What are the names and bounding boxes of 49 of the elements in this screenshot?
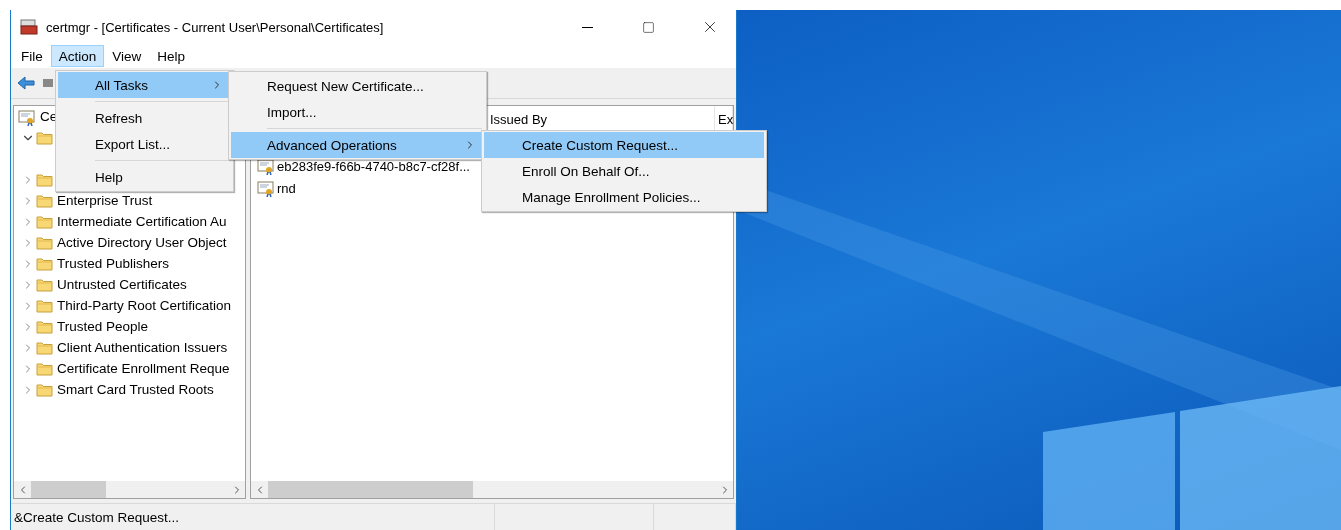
menu-item[interactable]: Refresh	[58, 105, 231, 131]
tree-item[interactable]: Third-Party Root Certification	[57, 298, 232, 313]
menu-item[interactable]: Request New Certificate...	[231, 73, 484, 99]
tree-item[interactable]: Client Authentication Issuers	[57, 340, 228, 355]
toolbar-icon[interactable]	[43, 79, 53, 87]
maximize-icon	[642, 20, 655, 34]
tree-item[interactable]: Smart Card Trusted Roots	[57, 382, 214, 397]
tree-item[interactable]: Intermediate Certification Au	[57, 214, 227, 229]
menu-item[interactable]: Enroll On Behalf Of...	[484, 158, 764, 184]
horizontal-scrollbar[interactable]	[251, 481, 733, 498]
folder-icon	[36, 193, 53, 208]
folder-icon	[36, 382, 53, 397]
folder-icon	[36, 361, 53, 376]
tree-item[interactable]: Active Directory User Object	[57, 235, 227, 250]
menu-item[interactable]: Export List...	[58, 131, 231, 157]
menu-item[interactable]: All Tasks	[58, 72, 231, 98]
folder-icon	[36, 340, 53, 355]
back-arrow-icon[interactable]	[17, 76, 35, 90]
menu-item[interactable]: Manage Enrollment Policies...	[484, 184, 764, 210]
menu-bar-item[interactable]: Help	[149, 45, 194, 67]
tree-item[interactable]: Untrusted Certificates	[57, 277, 187, 292]
menu-bar-item[interactable]: Action	[50, 45, 105, 67]
certificate-key-icon	[257, 157, 275, 175]
tree-item[interactable]: Certificate Enrollment Reque	[57, 361, 230, 376]
minimize-icon	[582, 26, 593, 28]
tree-item[interactable]: Enterprise Trust	[57, 193, 153, 208]
tree-item[interactable]: Trusted Publishers	[57, 256, 170, 271]
menu-bar-item[interactable]: File	[13, 45, 51, 67]
menu-item[interactable]: Help	[58, 164, 231, 190]
menu-item[interactable]: Create Custom Request...	[484, 132, 764, 158]
window-title: certmgr - [Certificates - Current User\Personal\Certificates]	[46, 19, 385, 35]
list-item[interactable]: eb283fe9-f66b-4740-b8c7-cf28f...	[277, 158, 470, 174]
folder-icon	[36, 298, 53, 313]
certificate-key-icon	[257, 179, 275, 197]
menu-bar-item[interactable]: View	[104, 45, 150, 67]
toolbox-icon	[20, 19, 38, 35]
list-item[interactable]: rnd	[277, 180, 296, 196]
folder-icon	[36, 172, 53, 187]
tree-item[interactable]: Trusted People	[57, 319, 149, 334]
folder-icon	[36, 319, 53, 334]
menu-item[interactable]: Advanced Operations	[231, 132, 484, 158]
menu-item[interactable]: Import...	[231, 99, 484, 125]
horizontal-scrollbar[interactable]	[14, 481, 245, 498]
folder-icon	[36, 214, 53, 229]
folder-icon	[36, 235, 53, 250]
folder-icon	[36, 256, 53, 271]
folder-icon	[36, 277, 53, 292]
folder-icon	[36, 130, 53, 145]
status-text: &Create Custom Request...	[14, 509, 180, 525]
